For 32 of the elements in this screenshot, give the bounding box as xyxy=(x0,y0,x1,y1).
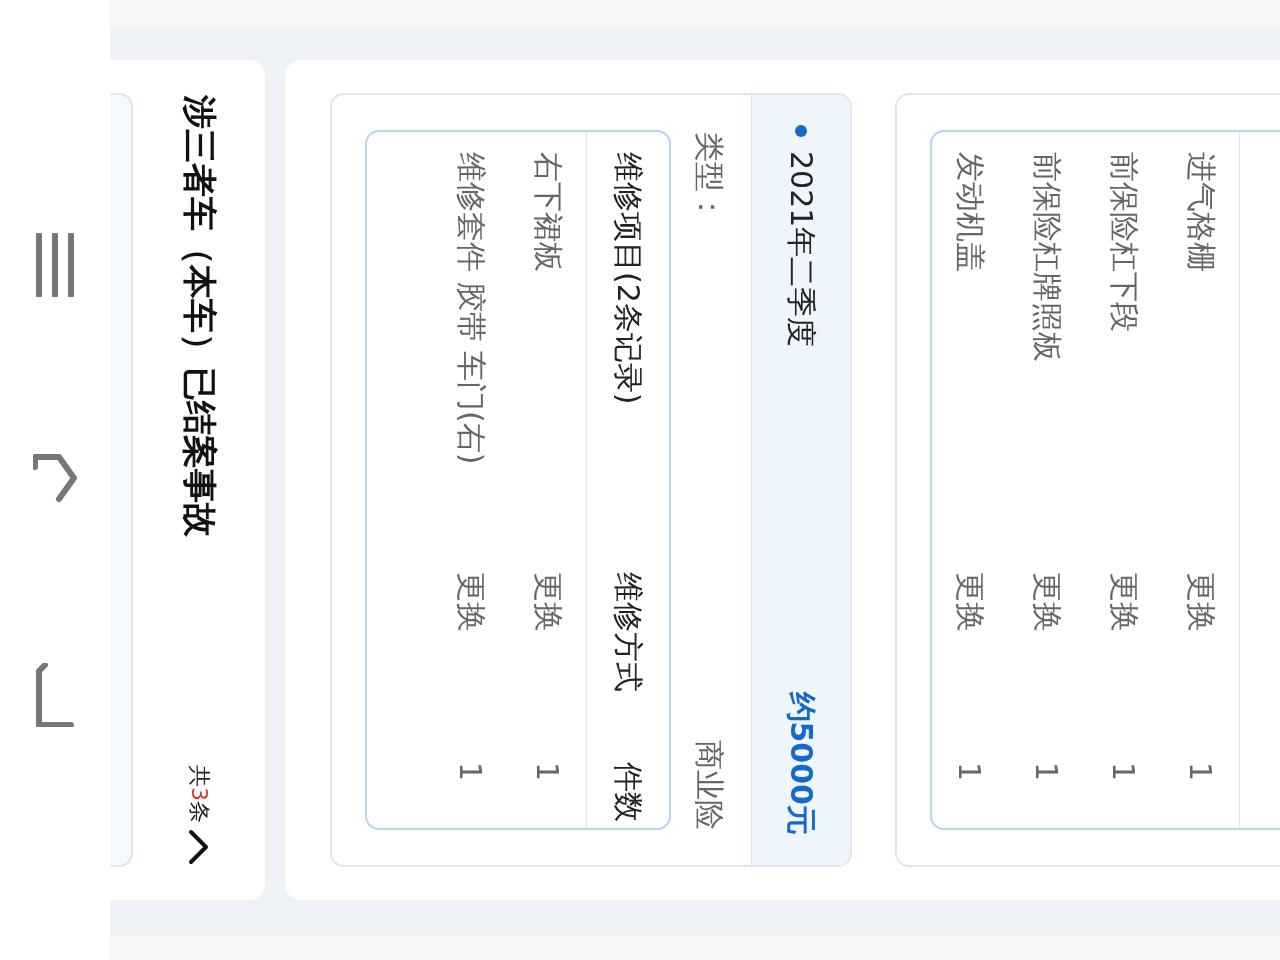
table-cell-text: 更换 xyxy=(1106,572,1143,634)
table-cell-text: 更换 xyxy=(453,572,490,634)
table-cell-text: 更换 xyxy=(1029,572,1066,634)
table-cell: 1 xyxy=(1029,762,1064,782)
menu-icon[interactable] xyxy=(35,233,75,297)
table-cell-text: 前保险杠下段 xyxy=(1106,152,1143,334)
bullet-dot-icon xyxy=(795,125,807,137)
column-header: 维修项目(2条记录) xyxy=(610,152,648,407)
table-cell-text: 右下裙板 xyxy=(530,152,567,274)
table-cell-text: 更换 xyxy=(952,572,989,634)
table-cell: 1 xyxy=(1183,762,1218,782)
table-cell: 1 xyxy=(1106,762,1141,782)
table-cell-text: 维修套件 胶带 车门(右) xyxy=(453,152,490,467)
table-cell-text: 更换 xyxy=(1183,572,1220,634)
amount-value: 约5000元 xyxy=(783,691,821,835)
table-cell: 1 xyxy=(453,762,488,782)
period-label: 2021年二季度 xyxy=(783,151,821,348)
table-cell: 1 xyxy=(530,762,565,782)
section-title: 涉三者车（本车）已结案事故 xyxy=(179,95,221,537)
table-cell-text: 更换 xyxy=(530,572,567,634)
table-cell-text: 进气格栅 xyxy=(1183,152,1220,274)
back-icon[interactable] xyxy=(35,663,75,727)
home-icon[interactable] xyxy=(33,453,77,503)
table-cell-text: 发动机盖 xyxy=(952,152,989,274)
table-cell: 1 xyxy=(952,762,987,782)
record-count: 共3条 xyxy=(186,765,213,823)
column-header: 维修方式 xyxy=(610,572,648,694)
type-label: 类型： xyxy=(691,132,728,222)
chevron-icon[interactable] xyxy=(188,829,210,865)
column-header: 件数 xyxy=(610,762,648,822)
table-cell-text: 前保险杠牌照板 xyxy=(1029,152,1066,364)
type-value: 商业险 xyxy=(691,740,728,830)
